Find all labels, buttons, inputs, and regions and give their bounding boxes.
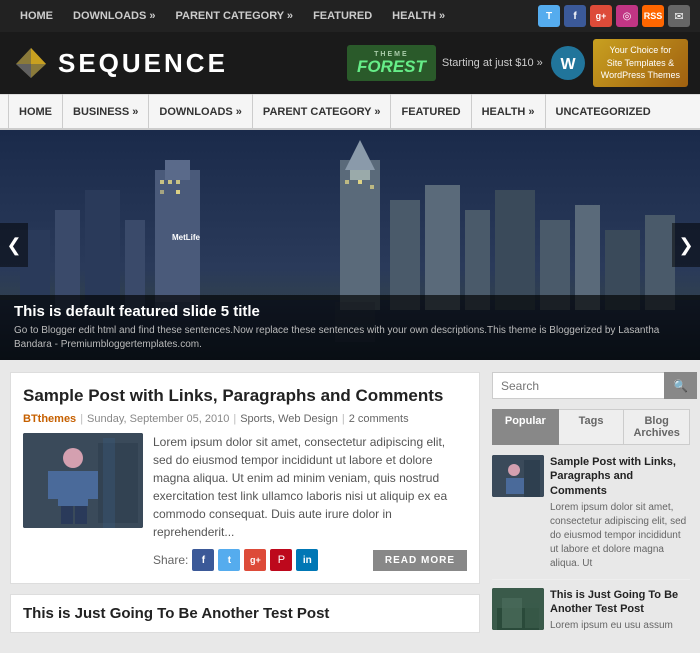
search-icon: 🔍 — [673, 379, 688, 393]
post-2-title[interactable]: This is Just Going To Be Another Test Po… — [23, 605, 467, 622]
main-nav-business[interactable]: BUSINESS » — [63, 94, 149, 130]
tf-forest-label: FOREST — [357, 58, 426, 75]
post-1-title: Sample Post with Links, Paragraphs and C… — [23, 385, 467, 407]
share-label: Share: — [153, 553, 188, 567]
sidebar-post-1-title[interactable]: Sample Post with Links, Paragraphs and C… — [550, 455, 690, 498]
post-1-text-area: Lorem ipsum dolor sit amet, consectetur … — [153, 433, 467, 571]
sidebar-tabs: Popular Tags Blog Archives — [492, 409, 690, 445]
top-nav-featured[interactable]: FEATURED — [303, 0, 382, 32]
theme-forest-badge[interactable]: THEME FOREST — [347, 45, 436, 81]
post-1-comments[interactable]: 2 comments — [349, 413, 409, 425]
logo-icon — [12, 44, 50, 82]
slider-description: Go to Blogger edit html and find these s… — [14, 324, 686, 352]
top-nav-downloads[interactable]: DOWNLOADS » — [63, 0, 166, 32]
meta-sep-1: | — [80, 413, 83, 425]
sidebar-post-2-title[interactable]: This is Just Going To Be Another Test Po… — [550, 588, 690, 617]
slider-caption: This is default featured slide 5 title G… — [0, 295, 700, 360]
wordpress-icon: W — [549, 44, 587, 82]
post-1-excerpt: Lorem ipsum dolor sit amet, consectetur … — [153, 433, 467, 541]
slider-title: This is default featured slide 5 title — [14, 303, 686, 320]
post-1-thumbnail — [23, 433, 143, 528]
share-facebook-btn[interactable]: f — [192, 549, 214, 571]
svg-text:W: W — [560, 56, 576, 73]
content-area: Sample Post with Links, Paragraphs and C… — [0, 360, 700, 653]
svg-text:MetLife: MetLife — [172, 233, 201, 242]
sidebar-post-1-thumb — [492, 455, 544, 497]
post-1-date: Sunday, September 05, 2010 — [87, 413, 229, 425]
search-widget: 🔍 — [492, 372, 690, 399]
twitter-icon[interactable]: T — [538, 5, 560, 27]
header-ad: THEME FOREST Starting at just $10 » W Yo… — [347, 39, 688, 87]
main-nav-home[interactable]: HOME — [8, 94, 63, 130]
email-icon[interactable]: ✉ — [668, 5, 690, 27]
sidebar-post-2-text: This is Just Going To Be Another Test Po… — [550, 588, 690, 634]
tab-blog-archives[interactable]: Blog Archives — [624, 409, 690, 445]
post-1: Sample Post with Links, Paragraphs and C… — [10, 372, 480, 584]
main-nav-featured[interactable]: FEATURED — [391, 94, 471, 130]
tab-tags[interactable]: Tags — [559, 409, 625, 445]
post-1-author[interactable]: BTthemes — [23, 413, 76, 425]
meta-sep-2: | — [233, 413, 236, 425]
top-nav: HOME DOWNLOADS » PARENT CATEGORY » FEATU… — [0, 0, 700, 32]
search-button[interactable]: 🔍 — [664, 372, 697, 399]
top-nav-parent[interactable]: PARENT CATEGORY » — [166, 0, 304, 32]
top-nav-health[interactable]: HEALTH » — [382, 0, 455, 32]
sidebar-post-1-excerpt: Lorem ipsum dolor sit amet, consectetur … — [550, 501, 690, 571]
post-1-categories[interactable]: Sports, Web Design — [240, 413, 338, 425]
main-nav-parent[interactable]: PARENT CATEGORY » — [253, 94, 392, 130]
read-more-button[interactable]: READ MORE — [373, 550, 467, 571]
post-1-share: Share: f t g+ P in READ MORE — [153, 549, 467, 571]
share-pinterest-btn[interactable]: P — [270, 549, 292, 571]
main-nav-downloads[interactable]: DOWNLOADS » — [149, 94, 253, 130]
post-2: This is Just Going To Be Another Test Po… — [10, 594, 480, 633]
top-nav-home[interactable]: HOME — [10, 0, 63, 32]
header-ad-right[interactable]: Your Choice for Site Templates & WordPre… — [593, 39, 688, 87]
featured-slider: MetLife ❮ ❯ This is default featured sli… — [0, 130, 700, 360]
site-header: SEQUENCE THEME FOREST Starting at just $… — [0, 32, 700, 94]
logo[interactable]: SEQUENCE — [12, 44, 228, 82]
search-input[interactable] — [492, 372, 664, 399]
gplus-icon[interactable]: g+ — [590, 5, 612, 27]
main-nav: HOME BUSINESS » DOWNLOADS » PARENT CATEG… — [0, 94, 700, 130]
sidebar-post-2-thumb — [492, 588, 544, 630]
tab-popular[interactable]: Popular — [492, 409, 559, 445]
sidebar-post-2: This is Just Going To Be Another Test Po… — [492, 588, 690, 634]
sidebar: 🔍 Popular Tags Blog Archives Sample Post… — [492, 372, 690, 641]
rss-icon[interactable]: RSS — [642, 5, 664, 27]
share-gplus-btn[interactable]: g+ — [244, 549, 266, 571]
tf-starting-text: Starting at just $10 » — [442, 57, 543, 69]
post-1-body: Lorem ipsum dolor sit amet, consectetur … — [23, 433, 467, 571]
logo-text: SEQUENCE — [58, 48, 228, 79]
slider-next-button[interactable]: ❯ — [672, 223, 700, 267]
slider-prev-button[interactable]: ❮ — [0, 223, 28, 267]
post-1-meta: BTthemes | Sunday, September 05, 2010 | … — [23, 413, 467, 425]
sidebar-post-2-excerpt: Lorem ipsum eu usu assum — [550, 619, 690, 633]
main-nav-uncategorized[interactable]: UNCATEGORIZED — [546, 94, 661, 130]
meta-sep-3: | — [342, 413, 345, 425]
sidebar-post-1-text: Sample Post with Links, Paragraphs and C… — [550, 455, 690, 571]
top-nav-links: HOME DOWNLOADS » PARENT CATEGORY » FEATU… — [10, 0, 455, 32]
share-linkedin-btn[interactable]: in — [296, 549, 318, 571]
main-content: Sample Post with Links, Paragraphs and C… — [10, 372, 480, 641]
main-nav-health[interactable]: HEALTH » — [472, 94, 546, 130]
instagram-icon[interactable]: ◎ — [616, 5, 638, 27]
sidebar-post-1: Sample Post with Links, Paragraphs and C… — [492, 455, 690, 580]
facebook-icon[interactable]: f — [564, 5, 586, 27]
share-twitter-btn[interactable]: t — [218, 549, 240, 571]
top-nav-social: T f g+ ◎ RSS ✉ — [538, 5, 690, 27]
